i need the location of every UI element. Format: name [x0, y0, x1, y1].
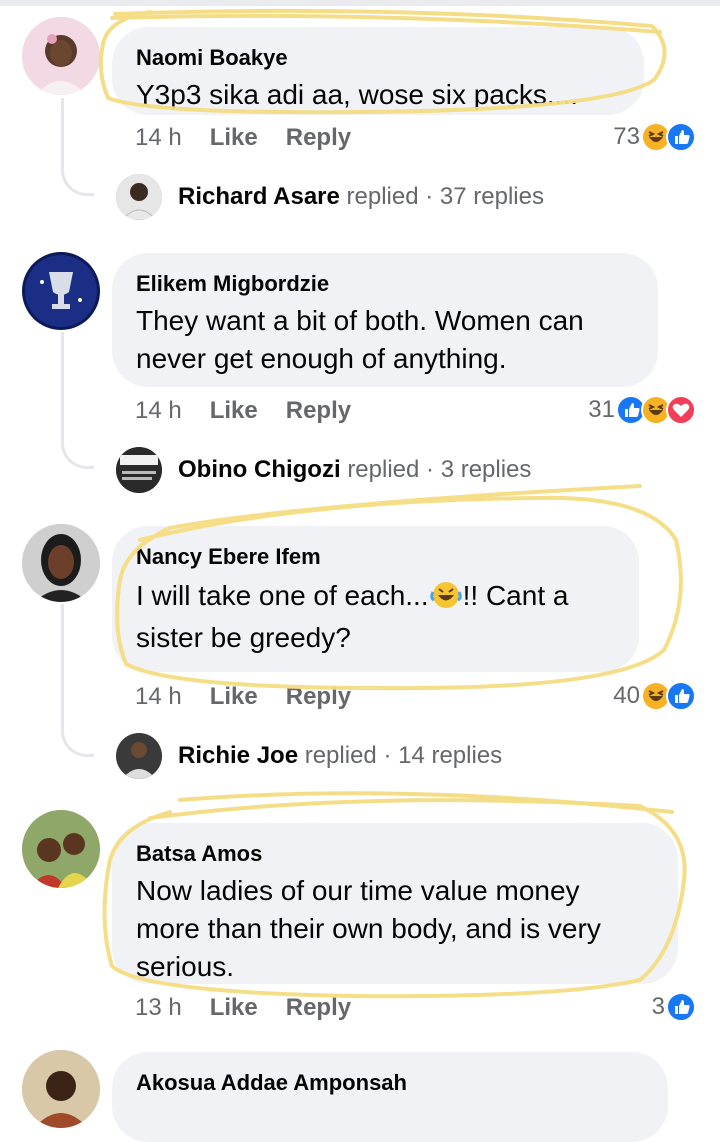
comment-author[interactable]: Nancy Ebere Ifem [136, 543, 615, 571]
reaction-count: 31 [588, 396, 615, 423]
love-icon [666, 395, 696, 425]
comment-bubble: Naomi Boakye Y3p3 sika adi aa, wose six … [112, 27, 644, 115]
reply-button[interactable]: Reply [286, 994, 351, 1021]
comment-text-line: never get enough of anything. [136, 343, 507, 374]
comment-text: Now ladies of our time value money more t… [136, 872, 654, 986]
comment-text-part: !! Cant a [462, 580, 569, 611]
comment-text: I will take one of each... !! Cant a sist… [136, 575, 615, 659]
reply-button[interactable]: Reply [286, 397, 351, 424]
comment-text-part: I will take one of each... [136, 580, 429, 611]
comment-author[interactable]: Elikem Migbordzie [136, 270, 634, 298]
comment-text-line: sister be greedy? [136, 622, 351, 653]
comment-actions: 13 h Like Reply [135, 993, 379, 1023]
reaction-summary[interactable]: 73 [613, 121, 696, 153]
reaction-summary[interactable]: 40 [613, 680, 696, 712]
reply-button[interactable]: Reply [286, 124, 351, 151]
replier-name: Richie Joe [178, 742, 299, 769]
comment-actions: 14 h Like Reply [135, 682, 379, 712]
avatar[interactable] [22, 524, 100, 602]
comment-author[interactable]: Akosua Addae Amponsah [136, 1069, 644, 1097]
comment-text: Y3p3 sika adi aa, wose six packs.... [136, 79, 578, 110]
comment-time[interactable]: 14 h [135, 124, 182, 151]
reply-summary[interactable]: Richard Asare replied · 37 replies [178, 183, 544, 211]
reply-count: · 3 replies [426, 456, 532, 483]
comment-bubble: Akosua Addae Amponsah [112, 1052, 668, 1142]
top-divider [0, 0, 720, 6]
comment-actions: 14 h Like Reply [135, 123, 379, 153]
reaction-count: 40 [613, 682, 640, 709]
like-button[interactable]: Like [210, 397, 258, 424]
comment-bubble: Elikem Migbordzie They want a bit of bot… [112, 253, 658, 387]
thread-connector [61, 604, 94, 757]
replied-word: replied [346, 183, 419, 210]
replier-name: Obino Chigozi [178, 456, 341, 483]
comment-text-line: They want a bit of both. Women can [136, 305, 584, 336]
replies-row[interactable]: Richard Asare replied · 37 replies [116, 174, 544, 220]
comment-bubble: Nancy Ebere Ifem I will take one of each… [112, 526, 639, 672]
comment-time[interactable]: 14 h [135, 683, 182, 710]
laughing-tears-emoji-icon [429, 582, 462, 608]
comment-actions: 14 h Like Reply [135, 396, 379, 426]
comment-text-line: serious. [136, 951, 235, 982]
like-button[interactable]: Like [210, 124, 258, 151]
replied-word: replied [304, 742, 377, 769]
comment-text-line: Now ladies of our time value money [136, 875, 580, 906]
like-icon [666, 992, 696, 1022]
replier-name: Richard Asare [178, 183, 340, 210]
reaction-summary[interactable]: 31 [588, 394, 696, 426]
replied-word: replied [347, 456, 420, 483]
reaction-count: 3 [651, 993, 665, 1020]
like-icon [666, 122, 696, 152]
reply-summary[interactable]: Obino Chigozi replied · 3 replies [178, 456, 531, 484]
avatar[interactable] [22, 252, 100, 330]
comment-bubble: Batsa Amos Now ladies of our time value … [112, 823, 678, 984]
comment-author[interactable]: Batsa Amos [136, 840, 654, 868]
avatar[interactable] [22, 17, 100, 95]
comment-author[interactable]: Naomi Boakye [136, 44, 620, 72]
thread-connector [61, 98, 94, 196]
comment-text-line: more than their own body, and is very [136, 913, 601, 944]
comment-time[interactable]: 13 h [135, 994, 182, 1021]
reply-avatar [116, 447, 162, 493]
reaction-summary[interactable]: 3 [652, 991, 696, 1023]
thread-connector [61, 332, 94, 469]
replies-row[interactable]: Richie Joe replied · 14 replies [116, 733, 502, 779]
reply-avatar [116, 733, 162, 779]
reply-avatar [116, 174, 162, 220]
reply-count: · 14 replies [383, 742, 503, 769]
comment-text-line: I will take one of each... !! Cant a [136, 575, 615, 617]
avatar[interactable] [22, 810, 100, 888]
comment-text: They want a bit of both. Women can never … [136, 302, 634, 378]
replies-row[interactable]: Obino Chigozi replied · 3 replies [116, 447, 531, 493]
reply-button[interactable]: Reply [286, 683, 351, 710]
like-button[interactable]: Like [210, 994, 258, 1021]
reaction-count: 73 [613, 123, 640, 150]
avatar[interactable] [22, 1050, 100, 1128]
like-button[interactable]: Like [210, 683, 258, 710]
reply-summary[interactable]: Richie Joe replied · 14 replies [178, 742, 502, 770]
comment-time[interactable]: 14 h [135, 397, 182, 424]
like-icon [666, 681, 696, 711]
reply-count: · 37 replies [425, 183, 544, 210]
